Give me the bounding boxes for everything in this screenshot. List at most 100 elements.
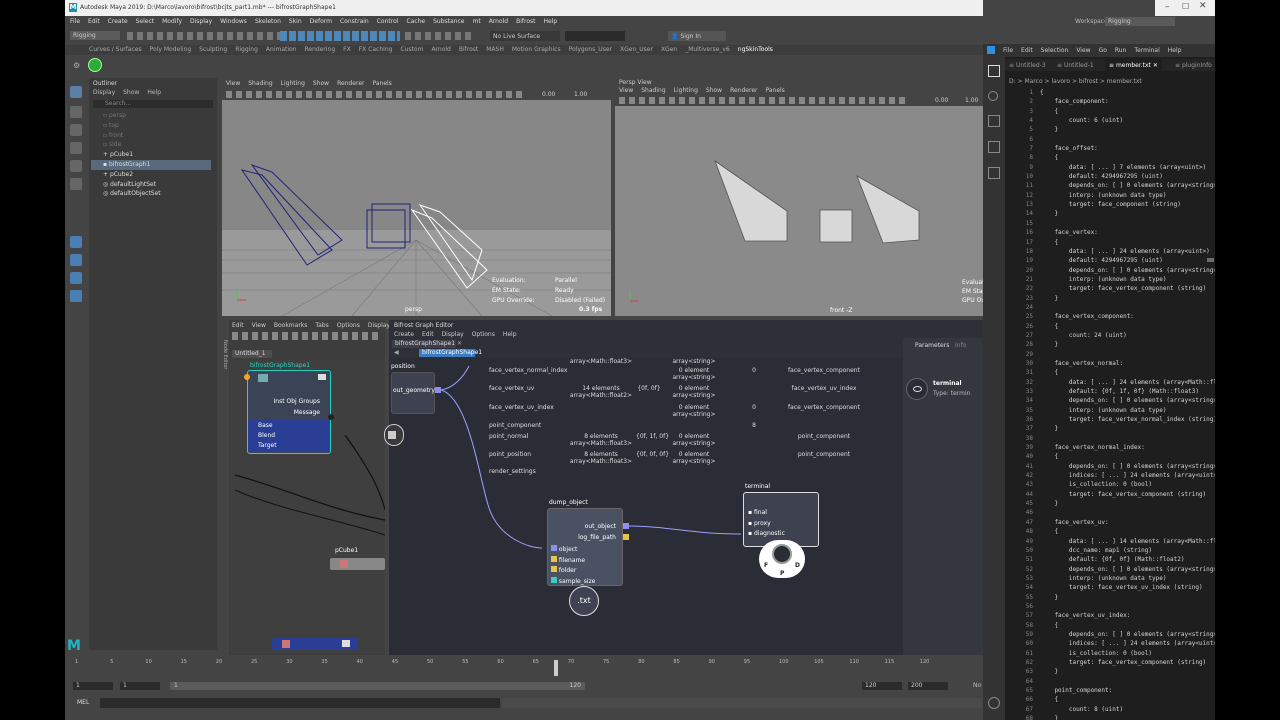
bf-menu-options[interactable]: Options xyxy=(472,331,495,338)
shelf-tab[interactable]: Arnold xyxy=(431,46,450,53)
tab-member-txt[interactable]: ≡ member.txt ✕ xyxy=(1105,59,1162,71)
bifrost-breadcrumb[interactable]: bifrostGraphShape1 xyxy=(419,349,482,357)
shelf-tab[interactable]: Curves / Surfaces xyxy=(89,46,142,53)
ne-menu-bookmarks[interactable]: Bookmarks xyxy=(274,322,308,329)
shelf-tab[interactable]: Animation xyxy=(266,46,297,53)
dump-object-node[interactable]: out_object log_file_path object filename… xyxy=(547,508,629,586)
bifrost-graph-node[interactable] xyxy=(272,638,358,650)
menu-modify[interactable]: Modify xyxy=(162,18,182,25)
vp2-exposure[interactable]: 1.00 xyxy=(965,97,978,104)
menu-skeleton[interactable]: Skeleton xyxy=(255,18,281,25)
sample-size-port[interactable] xyxy=(551,576,557,583)
paint-tool-icon[interactable] xyxy=(70,124,82,136)
object-port[interactable] xyxy=(551,545,557,551)
vp-menu-lighting[interactable]: Lighting xyxy=(281,80,305,87)
flag-final[interactable]: F xyxy=(764,562,768,569)
vp-right-toolbar-icons[interactable] xyxy=(619,97,909,104)
vs-menu-view[interactable]: View xyxy=(1076,47,1090,54)
workspace-select[interactable]: Rigging xyxy=(1105,17,1175,26)
node-output-dot[interactable] xyxy=(328,414,334,420)
mode-select[interactable]: Rigging xyxy=(70,31,120,40)
snap-icons[interactable] xyxy=(280,31,400,41)
shelf-tab[interactable]: Sculpting xyxy=(199,46,227,53)
tab-untitled-3[interactable]: ≡ Untitled-3 xyxy=(1009,62,1046,69)
pcube-node[interactable] xyxy=(330,558,385,570)
vp-exposure[interactable]: 1.00 xyxy=(574,91,587,98)
search-field[interactable] xyxy=(565,31,625,41)
ngskintools-icon[interactable] xyxy=(88,58,102,72)
menu-windows[interactable]: Windows xyxy=(220,18,247,25)
menu-display[interactable]: Display xyxy=(190,18,212,25)
tab-close-icon[interactable]: ✕ xyxy=(1153,62,1158,69)
port-proxy[interactable]: ▪ proxy xyxy=(748,519,785,530)
vp-gamma[interactable]: 0.00 xyxy=(542,91,555,98)
run-debug-icon[interactable] xyxy=(988,141,1000,153)
menu-select[interactable]: Select xyxy=(136,18,155,25)
tab-plugininfo[interactable]: ≡ pluginInfo xyxy=(1175,62,1212,69)
rotate-tool-icon[interactable] xyxy=(70,160,82,172)
status-tools-icons[interactable] xyxy=(127,32,297,40)
outliner-item-bifrostgraph1[interactable]: ▪ bifrostGraph1 xyxy=(91,159,211,170)
current-time-marker[interactable] xyxy=(554,660,558,676)
tab-untitled-1[interactable]: ≡ Untitled-1 xyxy=(1057,62,1094,69)
menu-arnold[interactable]: Arnold xyxy=(489,18,508,25)
terminal-node[interactable]: ▪ final ▪ proxy ▪ diagnostic xyxy=(743,492,819,547)
sign-in-button[interactable]: 👤 Sign In xyxy=(668,31,726,41)
mel-input[interactable] xyxy=(100,698,500,708)
filename-port[interactable] xyxy=(551,555,557,562)
menu-substance[interactable]: Substance xyxy=(433,18,464,25)
out-geometry-port[interactable] xyxy=(435,387,441,393)
outliner-menu-help[interactable]: Help xyxy=(147,89,161,96)
graph-options-icon[interactable] xyxy=(342,640,350,647)
layout-two-icon[interactable] xyxy=(70,272,82,284)
menu-deform[interactable]: Deform xyxy=(310,18,332,25)
layout-four-icon[interactable] xyxy=(70,254,82,266)
outliner-item-pcube1[interactable]: + pCube1 xyxy=(103,150,211,160)
vp2-menu-shading[interactable]: Shading xyxy=(641,87,665,94)
ne-menu-edit[interactable]: Edit xyxy=(232,322,244,329)
vp-menu-view[interactable]: View xyxy=(226,80,240,87)
vp-menu-renderer[interactable]: Renderer xyxy=(337,80,364,87)
shelf-tab[interactable]: Bifrost xyxy=(459,46,478,53)
ne-menu-tabs[interactable]: Tabs xyxy=(315,322,328,329)
vs-menu-selection[interactable]: Selection xyxy=(1041,47,1069,54)
tab-close-icon[interactable]: ✕ xyxy=(457,340,462,347)
shelf-tab[interactable]: Motion Graphics xyxy=(512,46,561,53)
vp2-gamma[interactable]: 0.00 xyxy=(935,97,948,104)
live-surface-field[interactable]: No Live Surface xyxy=(490,31,560,41)
parameters-tab[interactable]: Parameters xyxy=(915,342,949,349)
explorer-icon[interactable] xyxy=(988,65,1000,77)
flag-diagnostic[interactable]: D xyxy=(795,562,800,569)
node-options-icon[interactable] xyxy=(318,374,326,380)
shelf-options-icon[interactable]: ⚙ xyxy=(73,61,80,70)
range-start-field[interactable]: 1 xyxy=(73,682,113,690)
outliner-item-defaultlightset[interactable]: ◎ defaultLightSet xyxy=(103,180,211,190)
vp2-menu-show[interactable]: Show xyxy=(706,87,722,94)
shelf-tab-active[interactable]: ngSkinTools xyxy=(738,46,773,53)
menu-mt[interactable]: mt xyxy=(472,18,480,25)
shelf-tab[interactable]: FX Caching xyxy=(359,46,393,53)
shelf-tab[interactable]: MASH xyxy=(486,46,504,53)
render-icons[interactable] xyxy=(405,32,475,40)
range-end-field[interactable]: 120 xyxy=(862,682,902,690)
vs-menu-file[interactable]: File xyxy=(1003,47,1013,54)
viewport-toolbar-icons[interactable] xyxy=(226,91,526,98)
node-editor-toolbar-icons[interactable] xyxy=(232,332,382,340)
shelf-tab[interactable]: _Multiverse_v6 xyxy=(685,46,730,53)
vs-menu-go[interactable]: Go xyxy=(1099,47,1107,54)
code-editor[interactable]: { face_component: { count: 6 (uint) } fa… xyxy=(1040,88,1215,720)
outliner-menu-display[interactable]: Display xyxy=(93,89,115,96)
node-input-dot[interactable] xyxy=(244,374,250,380)
position-node[interactable]: out_geometry xyxy=(391,372,441,414)
source-control-icon[interactable] xyxy=(988,115,1000,127)
bf-menu-help[interactable]: Help xyxy=(503,331,517,338)
shelf-tab[interactable]: XGen_User xyxy=(620,46,653,53)
ne-menu-options[interactable]: Options xyxy=(337,322,360,329)
maximize-icon[interactable]: ☐ xyxy=(1182,2,1189,11)
ne-menu-display[interactable]: Display xyxy=(368,322,390,329)
menu-edit[interactable]: Edit xyxy=(88,18,100,25)
vs-menu-help[interactable]: Help xyxy=(1168,47,1182,54)
layout-single-icon[interactable] xyxy=(70,236,82,248)
scrollbar-thumb[interactable] xyxy=(1207,258,1214,262)
vs-menu-edit[interactable]: Edit xyxy=(1021,47,1033,54)
